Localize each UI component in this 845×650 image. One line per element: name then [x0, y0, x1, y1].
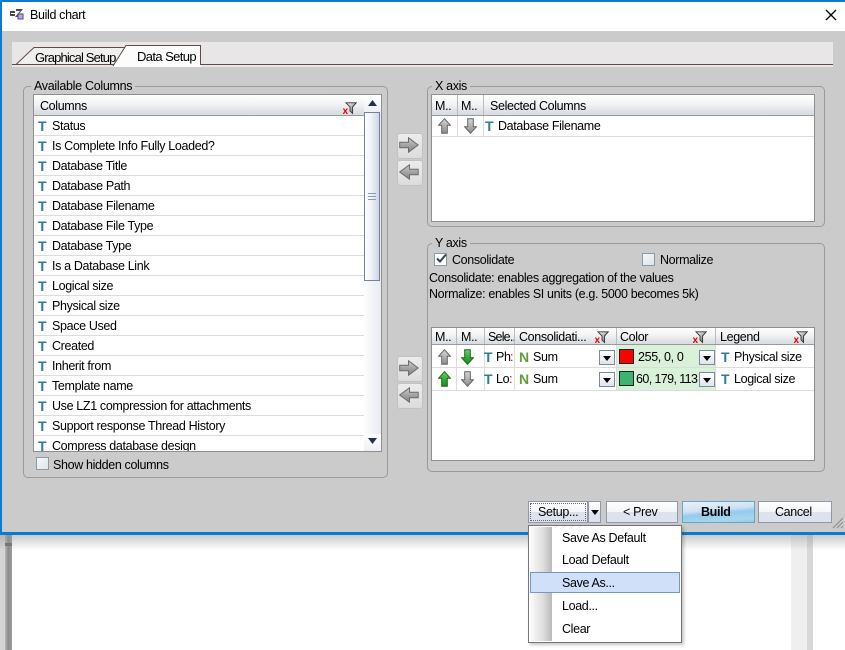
svg-text:x: x	[343, 106, 349, 115]
svg-text:x: x	[595, 335, 601, 344]
svg-text:x: x	[693, 335, 699, 344]
svg-text:x: x	[794, 335, 800, 344]
